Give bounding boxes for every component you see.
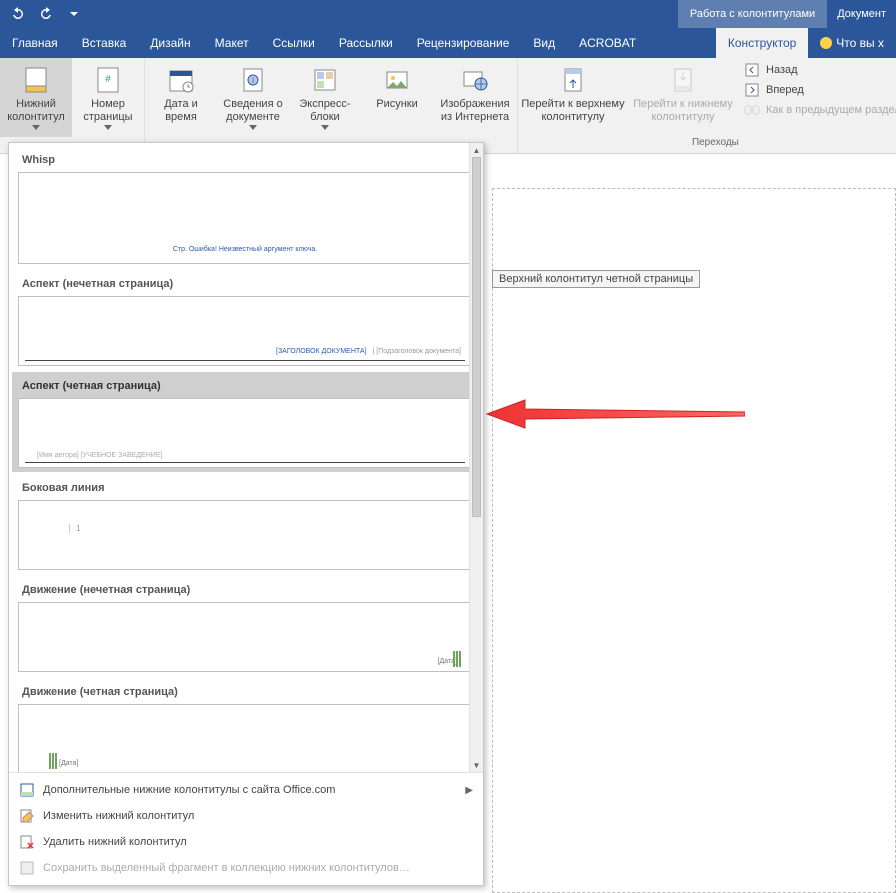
nav-list: Назад Вперед Как в предыдущем разделе: [738, 58, 896, 137]
document-info-icon: i: [237, 64, 269, 96]
bulb-icon: [820, 37, 832, 49]
chevron-down-icon: [321, 125, 329, 131]
tab-mailings[interactable]: Рассылки: [327, 28, 405, 58]
office-icon: [19, 782, 35, 798]
context-tab-document: Документ: [827, 0, 896, 28]
remove-footer-button[interactable]: Удалить нижний колонтитул: [9, 829, 483, 855]
goto-footer-icon: [667, 64, 699, 96]
tab-view[interactable]: Вид: [521, 28, 567, 58]
save-selection-button: Сохранить выделенный фрагмент в коллекци…: [9, 855, 483, 881]
nav-forward-button[interactable]: Вперед: [744, 82, 896, 98]
chevron-right-icon: ▶: [465, 785, 473, 796]
gallery-item-title: Боковая линия: [16, 474, 474, 500]
chevron-down-icon: [249, 125, 257, 131]
page-number-button[interactable]: # Номер страницы: [72, 58, 144, 137]
document-info-button[interactable]: i Сведения о документе: [217, 58, 289, 137]
document-area: Верхний колонтитул четной страницы: [480, 154, 896, 893]
chevron-down-icon: [104, 125, 112, 131]
tab-tell-me[interactable]: Что вы х: [808, 28, 896, 58]
gallery-item-title: Аспект (нечетная страница): [16, 270, 474, 296]
footer-gallery: WhispСтр. Ошибка! Неизвестный аргумент к…: [8, 142, 484, 886]
quick-parts-icon: [309, 64, 341, 96]
back-icon: [744, 62, 760, 78]
goto-footer-button: Перейти к нижнему колонтитулу: [628, 58, 738, 137]
scroll-down-icon[interactable]: ▼: [470, 758, 483, 772]
date-time-button[interactable]: Дата и время: [145, 58, 217, 137]
gallery-item-preview: [Имя автора] [УЧЕБНОЕ ЗАВЕДЕНИЕ]: [18, 398, 472, 468]
group-insert: Дата и время i Сведения о документе Эксп…: [145, 58, 518, 153]
group-navigation: Перейти к верхнему колонтитулу Перейти к…: [518, 58, 896, 153]
qat-customize-icon[interactable]: [62, 2, 86, 26]
gallery-item[interactable]: Аспект (нечетная страница)[ЗАГОЛОВОК ДОК…: [11, 269, 479, 371]
gallery-item[interactable]: Боковая линия1: [11, 473, 479, 575]
group-label-navigation: Переходы: [518, 137, 896, 153]
more-from-office-button[interactable]: Дополнительные нижние колонтитулы с сайт…: [9, 777, 483, 803]
svg-text:i: i: [252, 76, 254, 85]
gallery-item-preview: [ЗАГОЛОВОК ДОКУМЕНТА] | [Подзаголовок до…: [18, 296, 472, 366]
gallery-item-title: Аспект (четная страница): [16, 372, 474, 398]
edit-footer-button[interactable]: Изменить нижний колонтитул: [9, 803, 483, 829]
group-header-footer: Нижний колонтитул # Номер страницы: [0, 58, 145, 153]
ribbon-tabs: Главная Вставка Дизайн Макет Ссылки Расс…: [0, 28, 896, 58]
titlebar: Работа с колонтитулами Документ: [0, 0, 896, 28]
chevron-down-icon: [32, 125, 40, 131]
tab-review[interactable]: Рецензирование: [405, 28, 522, 58]
nav-back-button[interactable]: Назад: [744, 62, 896, 78]
link-previous-button: Как в предыдущем разделе: [744, 102, 896, 118]
gallery-item[interactable]: Аспект (четная страница)[Имя автора] [УЧ…: [11, 371, 479, 473]
footer-icon: [20, 64, 52, 96]
tab-references[interactable]: Ссылки: [261, 28, 327, 58]
gallery-item[interactable]: WhispСтр. Ошибка! Неизвестный аргумент к…: [11, 145, 479, 269]
undo-icon[interactable]: [6, 2, 30, 26]
header-marker: Верхний колонтитул четной страницы: [492, 270, 700, 288]
tab-home[interactable]: Главная: [0, 28, 70, 58]
tab-design[interactable]: Дизайн: [138, 28, 202, 58]
tab-layout[interactable]: Макет: [203, 28, 261, 58]
remove-icon: [19, 834, 35, 850]
online-pictures-button[interactable]: Изображения из Интернета: [433, 58, 517, 137]
page-number-icon: #: [92, 64, 124, 96]
redo-icon[interactable]: [34, 2, 58, 26]
gallery-item-preview: Стр. Ошибка! Неизвестный аргумент ключа.: [18, 172, 472, 264]
gallery-footer: Дополнительные нижние колонтитулы с сайт…: [9, 772, 483, 885]
gallery-scrollbar[interactable]: ▲ ▼: [469, 143, 483, 772]
gallery-item-preview: [Дата]: [18, 704, 472, 772]
goto-header-icon: [557, 64, 589, 96]
document-page[interactable]: [492, 188, 896, 893]
tab-insert[interactable]: Вставка: [70, 28, 139, 58]
svg-text:#: #: [105, 74, 111, 85]
gallery-item-title: Движение (четная страница): [16, 678, 474, 704]
goto-header-button[interactable]: Перейти к верхнему колонтитулу: [518, 58, 628, 137]
calendar-icon: [165, 64, 197, 96]
scroll-up-icon[interactable]: ▲: [470, 143, 483, 157]
tab-constructor[interactable]: Конструктор: [716, 28, 808, 58]
gallery-item-title: Whisp: [16, 146, 474, 172]
tab-acrobat[interactable]: ACROBAT: [567, 28, 648, 58]
gallery-item[interactable]: Движение (нечетная страница)[Дата]: [11, 575, 479, 677]
gallery-item-preview: [Дата]: [18, 602, 472, 672]
online-pictures-icon: [459, 64, 491, 96]
save-icon: [19, 860, 35, 876]
ribbon: Нижний колонтитул # Номер страницы Дата …: [0, 58, 896, 154]
footer-button[interactable]: Нижний колонтитул: [0, 58, 72, 137]
forward-icon: [744, 82, 760, 98]
pictures-button[interactable]: Рисунки: [361, 58, 433, 137]
gallery-item-preview: 1: [18, 500, 472, 570]
quick-access-toolbar: [0, 2, 86, 26]
link-icon: [744, 102, 760, 118]
scroll-thumb[interactable]: [472, 157, 481, 517]
context-tab-header-footer: Работа с колонтитулами: [678, 0, 827, 28]
pictures-icon: [381, 64, 413, 96]
gallery-item-title: Движение (нечетная страница): [16, 576, 474, 602]
quick-parts-button[interactable]: Экспресс-блоки: [289, 58, 361, 137]
edit-icon: [19, 808, 35, 824]
gallery-item[interactable]: Движение (четная страница)[Дата]: [11, 677, 479, 772]
